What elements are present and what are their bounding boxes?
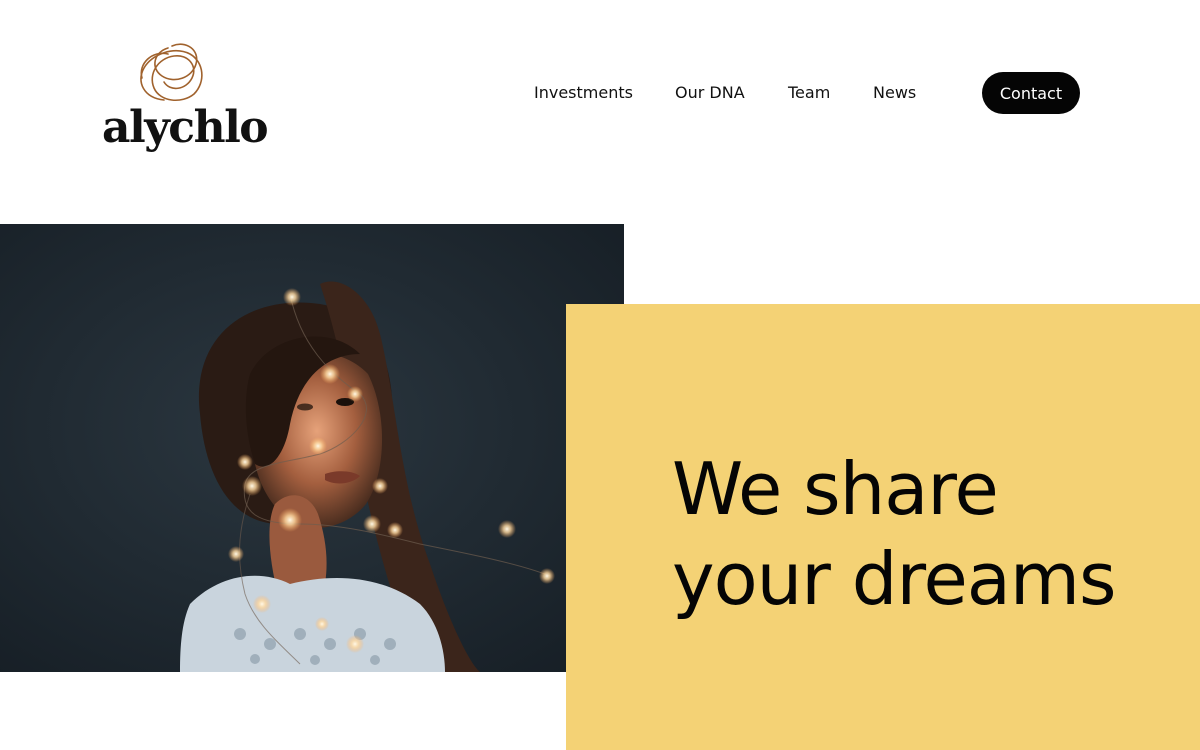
nav-item-team[interactable]: Team [788, 83, 830, 102]
hero-headline-line-2: your dreams [672, 537, 1117, 621]
page: alychlo Investments Our DNA Team News Co… [0, 0, 1200, 750]
hero-headline-line-1: We share [672, 447, 999, 531]
scribble-loop-icon [140, 43, 203, 101]
brand-name: alychlo [102, 102, 269, 153]
contact-button[interactable]: Contact [982, 72, 1080, 114]
hero-photo-art [0, 224, 624, 672]
nav-item-news[interactable]: News [873, 83, 916, 102]
hero-panel: We share your dreams [566, 304, 1200, 750]
nav-item-our-dna[interactable]: Our DNA [675, 83, 745, 102]
brand-logo[interactable]: alychlo [100, 38, 269, 158]
hero-headline: We share your dreams [672, 444, 1117, 624]
woman-with-fairy-lights-photo [0, 224, 624, 672]
nav-item-investments[interactable]: Investments [534, 83, 633, 102]
